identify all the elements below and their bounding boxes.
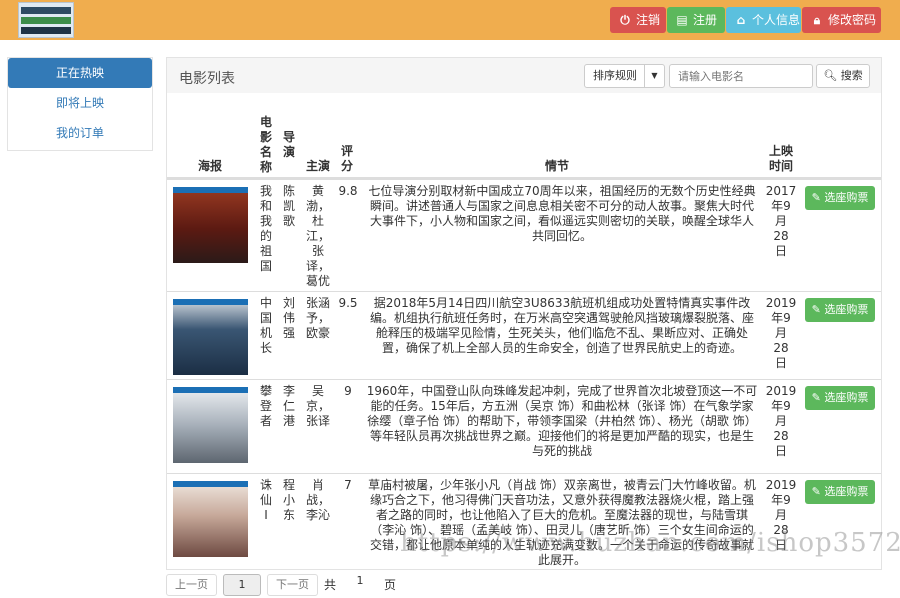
- edit-icon: ✎: [811, 191, 821, 204]
- sidebar-nav: 正在热映 即将上映 我的订单: [7, 57, 153, 151]
- col-header-release: 上映 时间: [768, 144, 793, 173]
- movie-actors: 吴 京， 张译: [305, 384, 330, 428]
- movie-table: 海报 电 影 名 称 导 演 主演 评 分 情节 上映 时间 我 和 我 的 祖…: [166, 93, 882, 570]
- movie-director: 程 小 东: [282, 478, 295, 522]
- col-header-plot: 情节: [544, 159, 569, 173]
- movie-director: 李 仁 港: [282, 384, 295, 428]
- movie-actors: 肖 战， 李沁: [305, 478, 330, 522]
- search-button[interactable]: 🔍︎ 搜索: [816, 64, 870, 88]
- page-number-1[interactable]: 1: [223, 574, 261, 596]
- movie-name[interactable]: 攀 登 者: [258, 384, 274, 429]
- search-input[interactable]: [669, 64, 813, 88]
- caret-down-icon: ▼: [644, 65, 664, 87]
- movie-plot: 七位导演分别取材新中国成立70周年以来，祖国经历的无数个历史性经典瞬间。讲述普通…: [368, 184, 756, 243]
- movie-list-panel-header: 电影列表 排序规则▼ 🔍︎ 搜索: [166, 57, 882, 93]
- prev-page-button[interactable]: 上一页: [166, 574, 217, 596]
- col-header-director: 导 演: [282, 130, 295, 159]
- table-row: 攀 登 者 李 仁 港 吴 京， 张译 9 1960年，中国登山队向珠峰发起冲刺…: [167, 379, 881, 473]
- home-icon: ⌂: [736, 13, 746, 27]
- total-pages-prefix: 共: [324, 578, 337, 592]
- movie-poster[interactable]: [173, 187, 248, 263]
- movie-actors: 黄 渤， 杜 江， 张 译， 葛优: [305, 184, 330, 288]
- total-pages-value: 1: [340, 574, 380, 594]
- movie-rating: 7: [344, 478, 352, 492]
- panel-title: 电影列表: [179, 71, 235, 87]
- next-page-button[interactable]: 下一页: [267, 574, 318, 596]
- movie-release-date: 2019 年9 月 28 日: [765, 384, 797, 458]
- movie-name[interactable]: 我 和 我 的 祖 国: [258, 184, 274, 274]
- col-header-poster: 海报: [197, 159, 222, 173]
- power-icon: ⏻: [620, 13, 630, 27]
- movie-director: 刘 伟 强: [282, 296, 295, 340]
- movie-actors: 张涵 予， 欧豪: [305, 296, 330, 340]
- site-logo[interactable]: [18, 2, 74, 38]
- buy-ticket-button[interactable]: ✎ 选座购票: [805, 480, 875, 504]
- movie-poster[interactable]: [173, 387, 248, 463]
- buy-ticket-button[interactable]: ✎ 选座购票: [805, 186, 875, 210]
- movie-rating: 9: [344, 384, 352, 398]
- movie-name[interactable]: 中 国 机 长: [258, 296, 274, 356]
- movie-rating: 9.8: [338, 184, 358, 198]
- profile-button[interactable]: ⌂ 个人信息: [726, 7, 801, 33]
- top-bar: ⏻ 注销 ▤ 注册 ⌂ 个人信息 🔒︎ 修改密码: [0, 0, 900, 40]
- sidebar-item-now-showing[interactable]: 正在热映: [8, 58, 152, 88]
- register-button[interactable]: ▤ 注册: [667, 7, 725, 33]
- sort-dropdown[interactable]: 排序规则 ▼: [584, 64, 665, 88]
- buy-ticket-button[interactable]: ✎ 选座购票: [805, 386, 875, 410]
- buy-ticket-button[interactable]: ✎ 选座购票: [805, 298, 875, 322]
- movie-poster[interactable]: [173, 299, 248, 375]
- watermark-text: https://www.huzhan.com/ishop3572: [400, 528, 900, 558]
- col-header-rating: 评 分: [340, 144, 353, 173]
- search-icon: 🔍︎: [823, 69, 838, 82]
- movie-director: 陈 凯 歌: [282, 184, 295, 228]
- movie-name[interactable]: 诛 仙 Ⅰ: [258, 478, 274, 523]
- col-header-actors: 主演: [305, 159, 330, 173]
- edit-icon: ✎: [811, 391, 821, 404]
- change-password-button[interactable]: 🔒︎ 修改密码: [802, 7, 881, 33]
- edit-icon: ✎: [811, 303, 821, 316]
- movie-rating: 9.5: [338, 296, 358, 310]
- movie-release-date: 2019 年9 月 28 日: [765, 296, 797, 370]
- table-row: 中 国 机 长 刘 伟 强 张涵 予， 欧豪 9.5 据2018年5月14日四川…: [167, 291, 881, 379]
- sidebar-item-coming-soon[interactable]: 即将上映: [8, 88, 152, 118]
- lock-icon: 🔒︎: [813, 13, 821, 27]
- logout-button[interactable]: ⏻ 注销: [610, 7, 666, 33]
- col-header-name: 电 影 名 称: [259, 115, 272, 174]
- table-header: 海报 电 影 名 称 导 演 主演 评 分 情节 上映 时间: [167, 93, 881, 179]
- table-row: 我 和 我 的 祖 国 陈 凯 歌 黄 渤， 杜 江， 张 译， 葛优 9.8 …: [167, 179, 881, 291]
- movie-plot: 1960年，中国登山队向珠峰发起冲刺，完成了世界首次北坡登顶这一不可能的任务。1…: [366, 384, 758, 458]
- movie-release-date: 2017 年9 月 28 日: [765, 184, 797, 258]
- id-card-icon: ▤: [676, 13, 688, 27]
- sidebar-item-my-orders[interactable]: 我的订单: [8, 118, 152, 148]
- total-pages-suffix: 页: [384, 578, 397, 592]
- movie-plot: 据2018年5月14日四川航空3U8633航班机组成功处置特情真实事件改编。机组…: [369, 296, 754, 355]
- edit-icon: ✎: [811, 485, 821, 498]
- movie-poster[interactable]: [173, 481, 248, 557]
